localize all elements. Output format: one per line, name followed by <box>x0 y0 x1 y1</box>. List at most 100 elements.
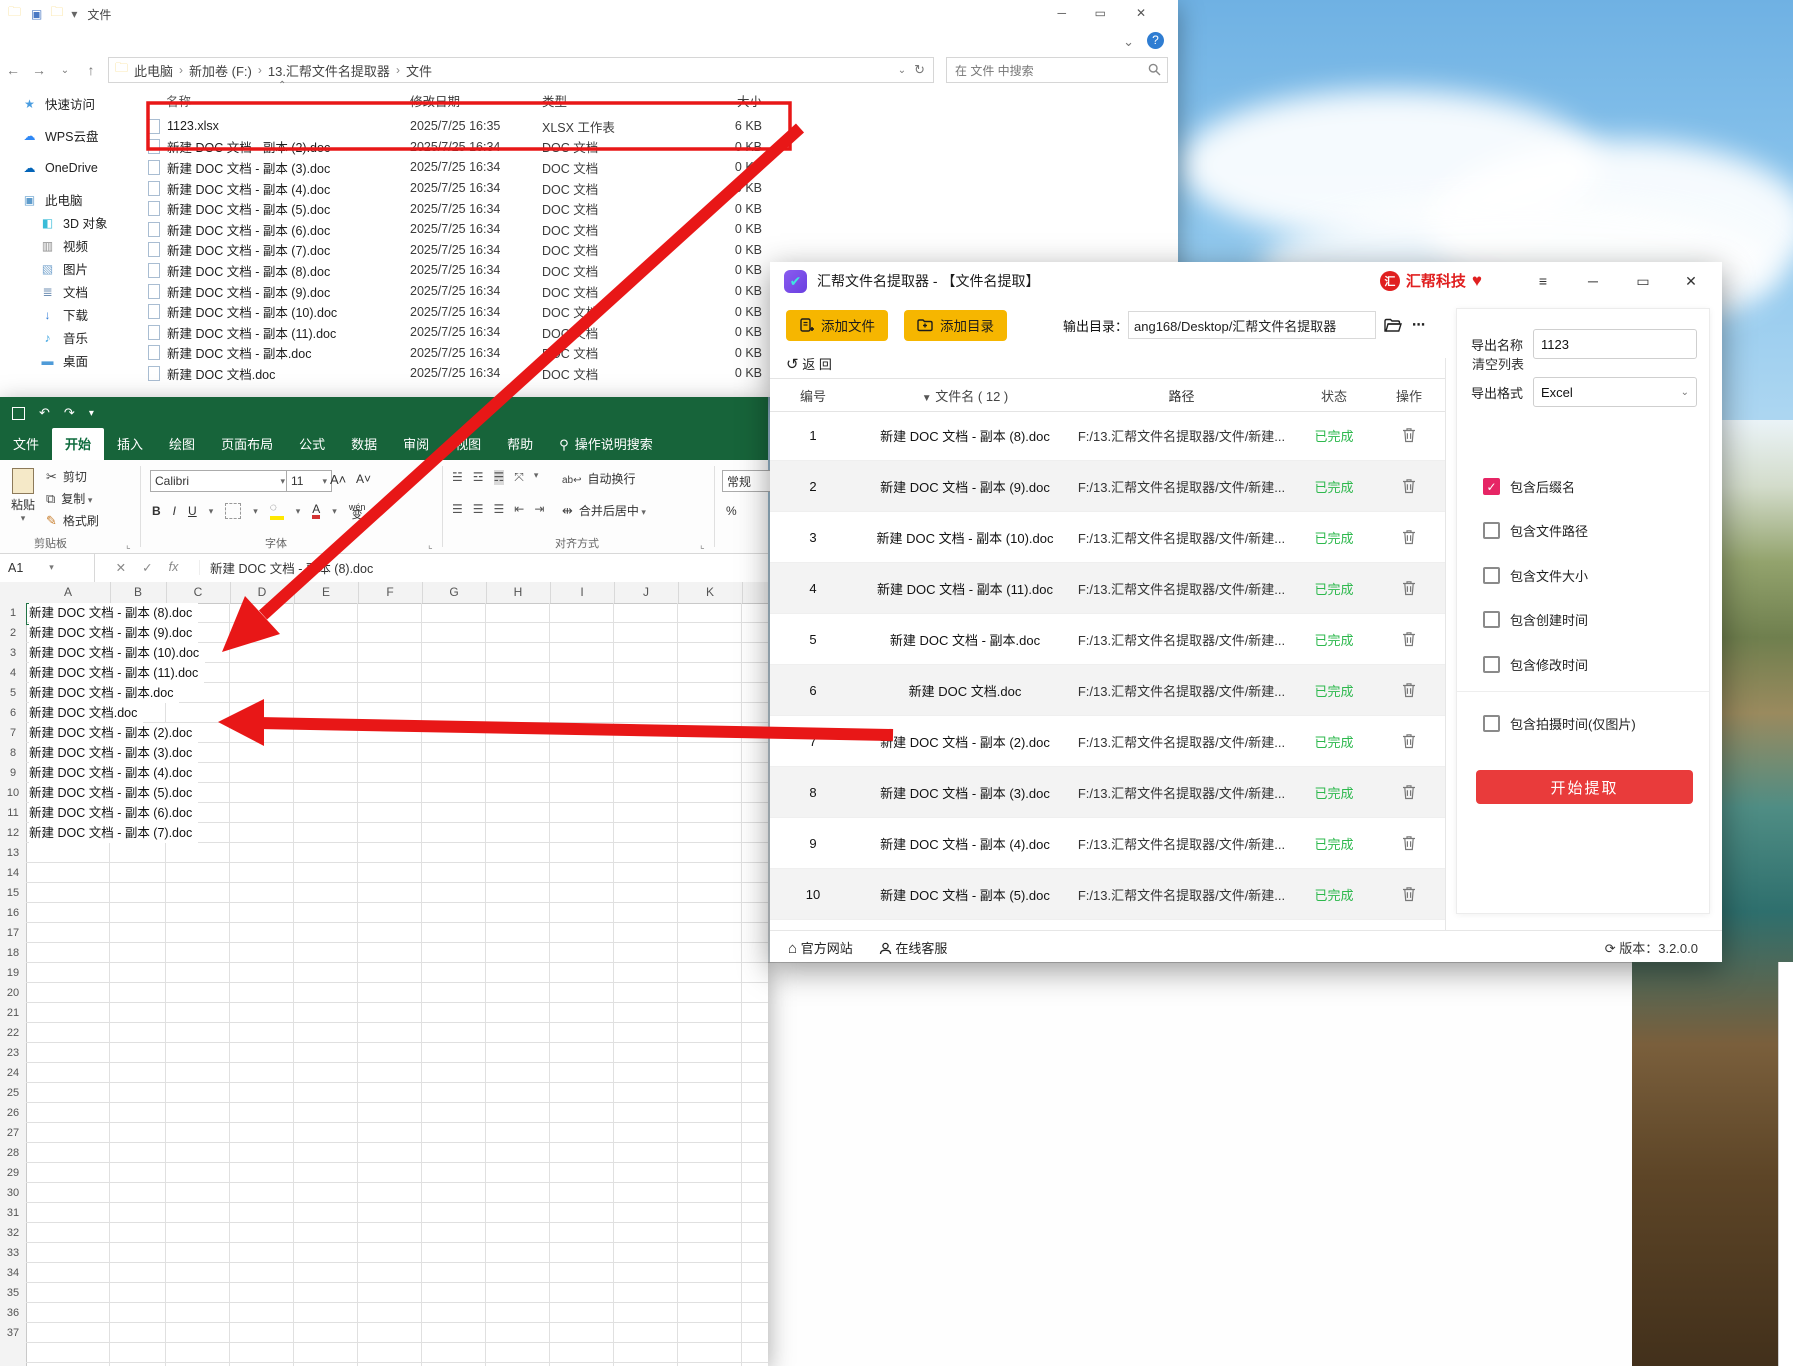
delete-row-button[interactable] <box>1379 631 1439 648</box>
undo-icon[interactable]: ↶ <box>39 405 50 421</box>
sidebar-item-star[interactable]: ★快速访问 <box>0 92 146 115</box>
align-left-icon[interactable]: ☰ <box>452 502 463 516</box>
row-header-24[interactable]: 24 <box>0 1063 26 1083</box>
file-row[interactable]: 1新建 DOC 文档 - 副本 (8).docF:/13.汇帮文件名提取器/文件… <box>770 410 1445 461</box>
file-row[interactable]: 2新建 DOC 文档 - 副本 (9).docF:/13.汇帮文件名提取器/文件… <box>770 461 1445 512</box>
start-extract-button[interactable]: 开始提取 <box>1476 770 1693 804</box>
row-header-29[interactable]: 29 <box>0 1163 26 1183</box>
decrease-indent-icon[interactable]: ⇤ <box>514 502 524 516</box>
percent-style-button[interactable]: % <box>726 504 737 518</box>
row-header-6[interactable]: 6 <box>0 703 26 723</box>
file-row[interactable]: 新建 DOC 文档 - 副本 (3).doc2025/7/25 16:34DOC… <box>148 157 1174 178</box>
row-header-26[interactable]: 26 <box>0 1103 26 1123</box>
row-header-7[interactable]: 7 <box>0 723 26 743</box>
bottom-align-icon[interactable]: ☴ <box>494 470 505 485</box>
address-dropdown-icon[interactable]: ⌄ <box>898 65 914 76</box>
sidebar-item-picture[interactable]: ▧图片 <box>0 257 146 280</box>
bold-button[interactable]: B <box>152 504 161 518</box>
header-path[interactable]: 路径 <box>1074 386 1289 405</box>
row-header-1[interactable]: 1 <box>0 603 26 623</box>
checkbox-icon[interactable] <box>1483 522 1500 539</box>
row-header-20[interactable]: 20 <box>0 983 26 1003</box>
row-header-3[interactable]: 3 <box>0 643 26 663</box>
row-header-16[interactable]: 16 <box>0 903 26 923</box>
column-header-date[interactable]: 修改日期 <box>410 86 542 110</box>
checkbox-icon[interactable] <box>1483 567 1500 584</box>
orientation-icon[interactable]: ⤧ <box>514 470 524 485</box>
italic-button[interactable]: I <box>173 504 176 518</box>
column-header-J[interactable]: J <box>614 582 679 603</box>
row-header-34[interactable]: 34 <box>0 1263 26 1283</box>
row-header-23[interactable]: 23 <box>0 1043 26 1063</box>
official-site-link[interactable]: ⌂ 官方网站 <box>788 938 853 957</box>
align-right-icon[interactable]: ☰ <box>494 502 505 516</box>
sidebar-item-monitor[interactable]: ▣此电脑 <box>0 188 146 211</box>
excel-tab-数据[interactable]: 数据 <box>338 428 390 460</box>
row-header-9[interactable]: 9 <box>0 763 26 783</box>
row-header-21[interactable]: 21 <box>0 1003 26 1023</box>
alignment-dialog-launcher-icon[interactable]: ⌞ <box>700 540 705 551</box>
row-header-33[interactable]: 33 <box>0 1243 26 1263</box>
row-header-27[interactable]: 27 <box>0 1123 26 1143</box>
cell-area[interactable]: 新建 DOC 文档 - 副本 (8).doc新建 DOC 文档 - 副本 (9)… <box>26 603 768 1366</box>
cell-value[interactable]: 新建 DOC 文档 - 副本 (9).doc <box>29 623 198 643</box>
header-filename[interactable]: ▼ 文件名 ( 12 ) <box>856 386 1074 405</box>
increase-indent-icon[interactable]: ⇥ <box>534 502 544 516</box>
header-number[interactable]: 编号 <box>770 386 856 405</box>
align-center-icon[interactable]: ☰ <box>473 502 484 516</box>
column-header-H[interactable]: H <box>486 582 551 603</box>
sidebar-item-cloud[interactable]: ☁OneDrive <box>0 156 146 179</box>
grow-font-button[interactable]: A˄ <box>330 472 346 487</box>
sidebar-item-desk[interactable]: ▬桌面 <box>0 349 146 372</box>
back-icon[interactable]: ← <box>0 62 26 78</box>
column-header-I[interactable]: I <box>550 582 615 603</box>
delete-row-button[interactable] <box>1379 580 1439 597</box>
cell-value[interactable]: 新建 DOC 文档 - 副本 (2).doc <box>29 723 198 743</box>
delete-row-button[interactable] <box>1379 682 1439 699</box>
row-header-37[interactable]: 37 <box>0 1323 26 1343</box>
recent-locations-icon[interactable]: ⌄ <box>52 65 78 76</box>
excel-tab-公式[interactable]: 公式 <box>286 428 338 460</box>
ribbon-collapse-icon[interactable]: ⌄ <box>1123 34 1134 50</box>
redo-icon[interactable]: ↷ <box>64 405 75 421</box>
sidebar-item-doc[interactable]: ≣文档 <box>0 280 146 303</box>
checkbox-icon[interactable] <box>1483 611 1500 628</box>
maximize-button[interactable]: ▭ <box>1095 6 1106 20</box>
checkbox-icon[interactable] <box>1483 715 1500 732</box>
sidebar-item-film[interactable]: ▥视频 <box>0 234 146 257</box>
column-header-D[interactable]: D <box>230 582 295 603</box>
export-option[interactable]: 包含创建时间 <box>1483 609 1588 629</box>
shrink-font-button[interactable]: A˅ <box>356 472 371 486</box>
underline-button[interactable]: U <box>188 504 197 518</box>
column-header-type[interactable]: 类型 <box>542 86 700 110</box>
column-header-E[interactable]: E <box>294 582 359 603</box>
delete-row-button[interactable] <box>1379 733 1439 750</box>
excel-tab-审阅[interactable]: 审阅 <box>390 428 442 460</box>
font-dialog-launcher-icon[interactable]: ⌞ <box>428 540 433 551</box>
online-support-link[interactable]: 在线客服 <box>879 938 948 957</box>
cancel-entry-icon[interactable]: ✕ <box>116 560 126 575</box>
wrap-text-button[interactable]: ab↩自动换行 <box>562 470 636 487</box>
cell-value[interactable]: 新建 DOC 文档 - 副本.doc <box>29 683 179 703</box>
column-header-K[interactable]: K <box>678 582 743 603</box>
row-header-25[interactable]: 25 <box>0 1083 26 1103</box>
export-format-select[interactable]: Excel⌄ <box>1533 377 1697 407</box>
maximize-button[interactable]: ▭ <box>1632 270 1654 292</box>
phonetic-guide-icon[interactable]: wén变 <box>349 503 366 519</box>
undo-return-button[interactable]: ↺ 返 回 <box>786 354 832 373</box>
export-option[interactable]: 包含文件大小 <box>1483 565 1588 585</box>
cell-value[interactable]: 新建 DOC 文档.doc <box>29 703 143 723</box>
up-icon[interactable]: ↑ <box>78 62 104 78</box>
add-directory-button[interactable]: 添加目录 <box>904 310 1007 341</box>
row-header-36[interactable]: 36 <box>0 1303 26 1323</box>
file-row[interactable]: 8新建 DOC 文档 - 副本 (3).docF:/13.汇帮文件名提取器/文件… <box>770 767 1445 818</box>
row-header-15[interactable]: 15 <box>0 883 26 903</box>
checkbox-icon[interactable] <box>1483 656 1500 673</box>
refresh-icon[interactable]: ↻ <box>914 62 933 78</box>
delete-row-button[interactable] <box>1379 478 1439 495</box>
row-header-31[interactable]: 31 <box>0 1203 26 1223</box>
cell-value[interactable]: 新建 DOC 文档 - 副本 (8).doc <box>29 603 198 623</box>
cell-value[interactable]: 新建 DOC 文档 - 副本 (4).doc <box>29 763 198 783</box>
row-header-8[interactable]: 8 <box>0 743 26 763</box>
delete-row-button[interactable] <box>1379 529 1439 546</box>
